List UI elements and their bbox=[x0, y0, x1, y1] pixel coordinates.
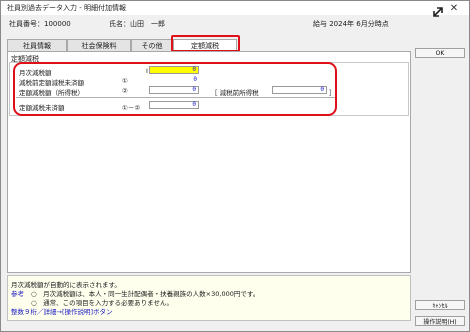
tab-social-insurance[interactable]: 社会保険料 bbox=[67, 39, 131, 51]
tab-bar: 社員情報 社会保険料 その他 定額減税 bbox=[7, 39, 237, 51]
fixed-tax-marker: ② bbox=[122, 87, 128, 95]
pre-income-tax-label: ［ 減税前所得税 bbox=[211, 89, 259, 97]
prior-unfinished-value: 0 bbox=[193, 76, 197, 83]
fixed-tax-label: 定額減税額（所得税） bbox=[19, 89, 84, 97]
dialog-window: 社員別過去データ入力 - 明細付加情報 ✕ 社員番号：100000 氏名：山田 … bbox=[0, 0, 470, 332]
prior-unfinished-marker: ① bbox=[122, 77, 128, 85]
employee-info-bar: 社員番号：100000 氏名：山田 一郎 給与 2024年 6月分時点 bbox=[1, 15, 469, 33]
help-panel: 月次減税額が自動的に表示されます。 参考 ○ 月次減税額は、本人・同一生計配偶者… bbox=[7, 275, 411, 321]
tab-employee-info[interactable]: 社員情報 bbox=[7, 39, 67, 51]
pay-period: 給与 2024年 6月分時点 bbox=[313, 20, 389, 28]
help-ref-label: 参考 bbox=[11, 290, 24, 298]
unfinished-input[interactable]: 0 bbox=[149, 101, 199, 109]
monthly-reduction-marker: I bbox=[146, 67, 148, 75]
title-bar: 社員別過去データ入力 - 明細付加情報 ✕ bbox=[1, 1, 469, 15]
fixed-tax-input[interactable]: 0 bbox=[149, 86, 199, 94]
expand-arrows-icon bbox=[433, 7, 443, 17]
employee-name: 氏名：山田 一郎 bbox=[109, 20, 165, 28]
monthly-reduction-label: 月次減税額 bbox=[19, 69, 52, 77]
ok-button[interactable]: OK bbox=[415, 48, 465, 58]
window-title: 社員別過去データ入力 - 明細付加情報 bbox=[7, 4, 126, 12]
pre-income-tax-input[interactable]: 0 bbox=[272, 86, 327, 94]
expand-icon[interactable] bbox=[418, 3, 458, 21]
tab-fixed-tax-reduction[interactable]: 定額減税 bbox=[173, 39, 237, 51]
unfinished-marker: ①－② bbox=[122, 104, 141, 112]
cancel-button[interactable]: ｷｬﾝｾﾙ bbox=[415, 300, 465, 310]
row-divider bbox=[16, 97, 336, 98]
help-manual-link[interactable]: 整数９桁／詳細→[操作説明]ボタン bbox=[11, 306, 113, 316]
monthly-reduction-input[interactable]: 0 bbox=[149, 66, 199, 74]
employee-number: 社員番号：100000 bbox=[9, 20, 71, 28]
manual-button[interactable]: 操作説明(H) bbox=[415, 316, 465, 326]
unfinished-label: 定額減税未済額 bbox=[19, 104, 65, 112]
tab-other[interactable]: その他 bbox=[131, 39, 173, 51]
pre-income-tax-bracket: ］ bbox=[329, 89, 336, 97]
prior-unfinished-label: 減税前定額減税未済額 bbox=[19, 79, 84, 87]
